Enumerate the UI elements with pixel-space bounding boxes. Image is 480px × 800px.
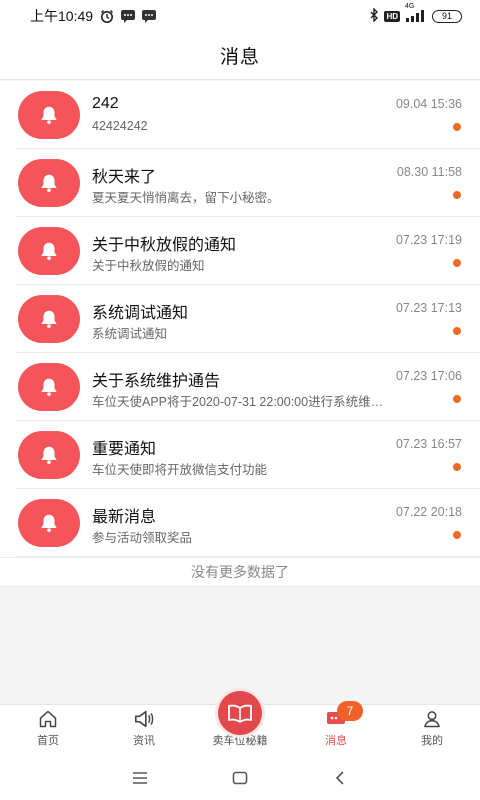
message-item[interactable]: 系统调试通知 系统调试通知 07.23 17:13 [0,285,480,353]
tab-label: 消息 [325,735,347,747]
bell-icon [18,499,80,547]
unread-count-badge: 7 [337,701,363,721]
unread-dot [453,327,461,335]
message-time: 07.23 16:57 [395,437,462,451]
bell-icon [18,431,80,479]
message-item[interactable]: 关于系统维护通告 车位天使APP将于2020-07-31 22:00:00进行系… [0,353,480,421]
status-bar: 上午10:49 HD 4G 91 [0,0,480,32]
message-preview: 车位天使APP将于2020-07-31 22:00:00进行系统维… [92,395,384,409]
home-icon [38,709,58,729]
message-time: 07.23 17:19 [395,233,462,247]
tab-home[interactable]: 首页 [0,705,96,756]
message-preview: 关于中秋放假的通知 [92,259,205,273]
tab-news[interactable]: 资讯 [96,705,192,756]
signal-icon: 4G [405,3,427,22]
battery-indicator: 91 [432,9,462,23]
message-time: 07.22 20:18 [395,505,462,519]
tab-selling-guide[interactable]: 卖车位秘籍 [192,691,288,756]
message-time: 08.30 11:58 [396,165,462,179]
message-title: 关于中秋放假的通知 [92,237,237,254]
tab-profile[interactable]: 我的 [384,705,480,756]
tab-messages[interactable]: 7 消息 [288,701,384,756]
message-item[interactable]: 重要通知 车位天使即将开放微信支付功能 07.23 16:57 [0,421,480,489]
message-title: 关于系统维护通告 [92,373,221,390]
message-item[interactable]: 秋天来了 夏天夏天悄悄离去，留下小秘密。 08.30 11:58 [0,149,480,217]
user-icon [422,709,442,729]
hd-badge: HD [384,10,400,22]
book-icon [218,691,262,735]
chat-notification-icon [141,9,157,23]
message-preview: 系统调试通知 [92,327,168,341]
message-item[interactable]: 242 42424242 09.04 15:36 [0,81,480,149]
home-square-icon[interactable] [220,763,260,793]
bell-icon [18,363,80,411]
unread-dot [453,123,461,131]
status-right-cluster: HD 4G 91 [369,3,462,25]
bell-icon [18,295,80,343]
message-title: 重要通知 [92,441,157,458]
unread-dot [453,463,461,471]
system-nav-bar [0,756,480,800]
message-list: 242 42424242 09.04 15:36 秋天来了 夏天夏天悄悄离去，留… [0,81,480,587]
message-preview: 车位天使即将开放微信支付功能 [92,463,268,477]
unread-dot [453,191,461,199]
page-header: 消息 [0,32,480,80]
unread-dot [453,259,461,267]
back-icon[interactable] [320,763,360,793]
tab-label: 资讯 [133,735,155,747]
status-time: 上午10:49 [30,8,94,24]
bell-icon [18,91,80,139]
bell-icon [18,159,80,207]
message-item[interactable]: 最新消息 参与活动领取奖品 07.22 20:18 [0,489,480,557]
message-item[interactable]: 关于中秋放假的通知 关于中秋放假的通知 07.23 17:19 [0,217,480,285]
menu-icon[interactable] [120,763,160,793]
bell-icon [18,227,80,275]
bluetooth-icon [369,6,379,25]
message-title: 最新消息 [92,509,157,526]
message-title: 242 [92,95,119,112]
list-end-text: 没有更多数据了 [0,557,480,587]
chat-notification-icon [120,9,136,23]
message-preview: 42424242 [92,119,148,133]
unread-dot [453,531,461,539]
message-preview: 参与活动领取奖品 [92,531,193,545]
message-time: 09.04 15:36 [395,97,462,111]
message-time: 07.23 17:13 [395,301,462,315]
message-time: 07.23 17:06 [395,369,462,383]
network-type-label: 4G [405,3,415,10]
tab-label: 首页 [37,735,59,747]
message-title: 系统调试通知 [92,305,189,322]
alarm-icon [99,8,115,24]
megaphone-icon [133,709,155,729]
unread-dot [453,395,461,403]
bottom-tab-bar: 首页 资讯 卖车位秘籍 7 消息 我的 [0,691,480,756]
page-title: 消息 [219,47,260,68]
message-preview: 夏天夏天悄悄离去，留下小秘密。 [92,191,280,205]
message-title: 秋天来了 [92,169,157,186]
tab-label: 我的 [421,735,443,747]
